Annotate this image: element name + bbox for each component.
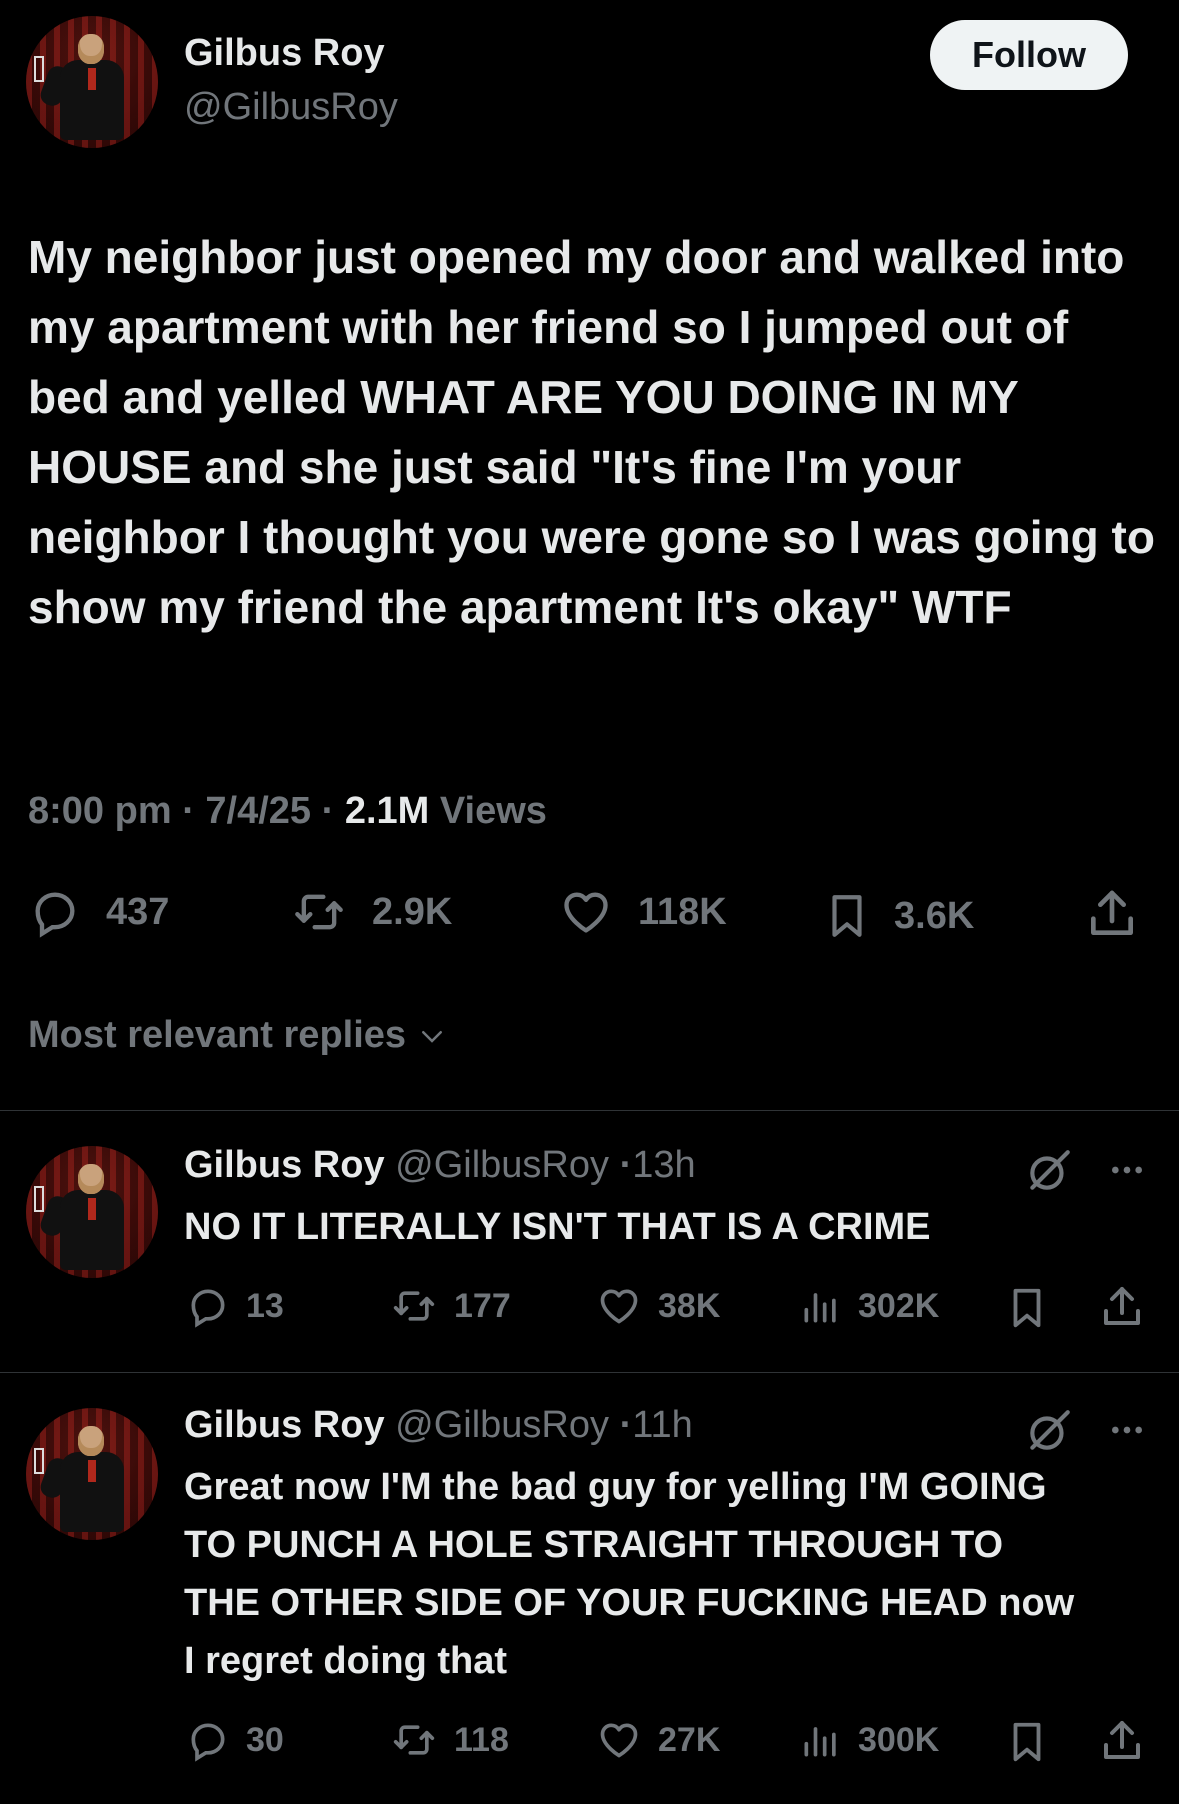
avatar-frame [34, 56, 44, 82]
grok-icon[interactable] [1024, 1146, 1074, 1196]
bookmark-icon[interactable] [1004, 1716, 1050, 1768]
repost-icon [393, 1725, 435, 1755]
divider [0, 1110, 1179, 1111]
reply-author-name[interactable]: Gilbus Roy [184, 1404, 385, 1446]
repost-icon [393, 1291, 435, 1321]
reply-header: Gilbus Roy @GilbusRoy ·13h [184, 1144, 696, 1187]
post-time[interactable]: 8:00 pm [28, 790, 172, 832]
like-button[interactable]: 118K [556, 886, 727, 938]
follow-button[interactable]: Follow [930, 20, 1128, 90]
reply-avatar[interactable] [26, 1408, 158, 1540]
reply-time[interactable]: 11h [632, 1404, 693, 1446]
post-date[interactable]: 7/4/25 [205, 790, 311, 832]
repost-button[interactable]: 2.9K [288, 886, 452, 938]
repost-button[interactable]: 118 [388, 1718, 509, 1762]
grok-icon[interactable] [1024, 1406, 1074, 1456]
views-icon [804, 1293, 836, 1323]
views-button[interactable]: 302K [798, 1284, 939, 1328]
reply-author-name[interactable]: Gilbus Roy [184, 1144, 385, 1186]
avatar-tie [88, 1460, 96, 1482]
share-icon[interactable] [1098, 1282, 1146, 1332]
author-handle[interactable]: @GilbusRoy [184, 86, 398, 129]
replies-sort-label: Most relevant replies [28, 1014, 407, 1056]
reply-count: 30 [246, 1720, 284, 1759]
reply-count: 13 [246, 1286, 284, 1325]
bookmark-icon [832, 895, 862, 937]
avatar-head [78, 1426, 104, 1456]
like-count: 27K [658, 1720, 721, 1759]
divider [0, 1372, 1179, 1373]
reply-count: 437 [106, 890, 170, 933]
views-count: 302K [858, 1286, 940, 1325]
reply-avatar[interactable] [26, 1146, 158, 1278]
reply-text: NO IT LITERALLY ISN'T THAT IS A CRIME [184, 1206, 931, 1248]
repost-count: 2.9K [372, 890, 453, 933]
meta-separator: · [619, 1144, 633, 1186]
avatar-frame [34, 1186, 44, 1212]
meta-separator: · [182, 790, 206, 832]
like-icon [600, 1289, 638, 1324]
views-button[interactable]: 300K [798, 1718, 939, 1762]
reply-button[interactable]: 13 [184, 1284, 284, 1328]
post-text: My neighbor just opened my door and walk… [28, 231, 1168, 633]
like-icon [564, 892, 608, 933]
more-icon[interactable] [1104, 1150, 1150, 1190]
meta-separator: · [619, 1404, 633, 1446]
views-icon [804, 1727, 836, 1757]
bookmark-button[interactable]: 3.6K [822, 886, 974, 946]
avatar[interactable] [26, 16, 158, 148]
reply-button[interactable]: 437 [26, 886, 169, 938]
reply-header: Gilbus Roy @GilbusRoy ·11h [184, 1404, 693, 1447]
bookmark-icon[interactable] [1004, 1282, 1050, 1334]
post-meta: 8:00 pm · 7/4/25 · 2.1M Views [28, 790, 547, 833]
repost-count: 118 [454, 1720, 509, 1759]
share-icon [1091, 890, 1133, 935]
reply-icon [191, 1723, 225, 1762]
like-count: 38K [658, 1286, 721, 1325]
reply-button[interactable]: 30 [184, 1718, 284, 1762]
reply-icon [191, 1289, 225, 1328]
reply-text: Great now I'M the bad guy for yelling I'… [184, 1466, 1075, 1682]
like-button[interactable]: 27K [594, 1718, 720, 1762]
avatar-frame [34, 1448, 44, 1474]
repost-button[interactable]: 177 [388, 1284, 511, 1328]
bookmark-count: 3.6K [894, 894, 975, 937]
reply-icon [35, 892, 75, 938]
meta-separator: · [321, 790, 345, 832]
views-count: 300K [858, 1720, 940, 1759]
views-count: 2.1M [344, 790, 430, 832]
more-icon[interactable] [1104, 1410, 1150, 1450]
repost-count: 177 [454, 1286, 511, 1325]
share-button[interactable] [1084, 886, 1140, 942]
author-name[interactable]: Gilbus Roy [184, 32, 385, 75]
avatar-head [78, 34, 104, 64]
like-count: 118K [638, 890, 727, 933]
avatar-tie [88, 1198, 96, 1220]
repost-icon [295, 894, 343, 930]
avatar-tie [88, 68, 96, 90]
views-label: Views [439, 790, 547, 832]
share-icon[interactable] [1098, 1716, 1146, 1766]
replies-sort-dropdown[interactable]: Most relevant replies [28, 1014, 450, 1057]
reply-author-handle[interactable]: @GilbusRoy [395, 1144, 609, 1186]
reply-time[interactable]: 13h [632, 1144, 695, 1186]
chevron-down-icon [422, 1030, 443, 1043]
avatar-head [78, 1164, 104, 1194]
reply-author-handle[interactable]: @GilbusRoy [395, 1404, 609, 1446]
like-button[interactable]: 38K [594, 1284, 720, 1328]
like-icon [600, 1723, 638, 1758]
